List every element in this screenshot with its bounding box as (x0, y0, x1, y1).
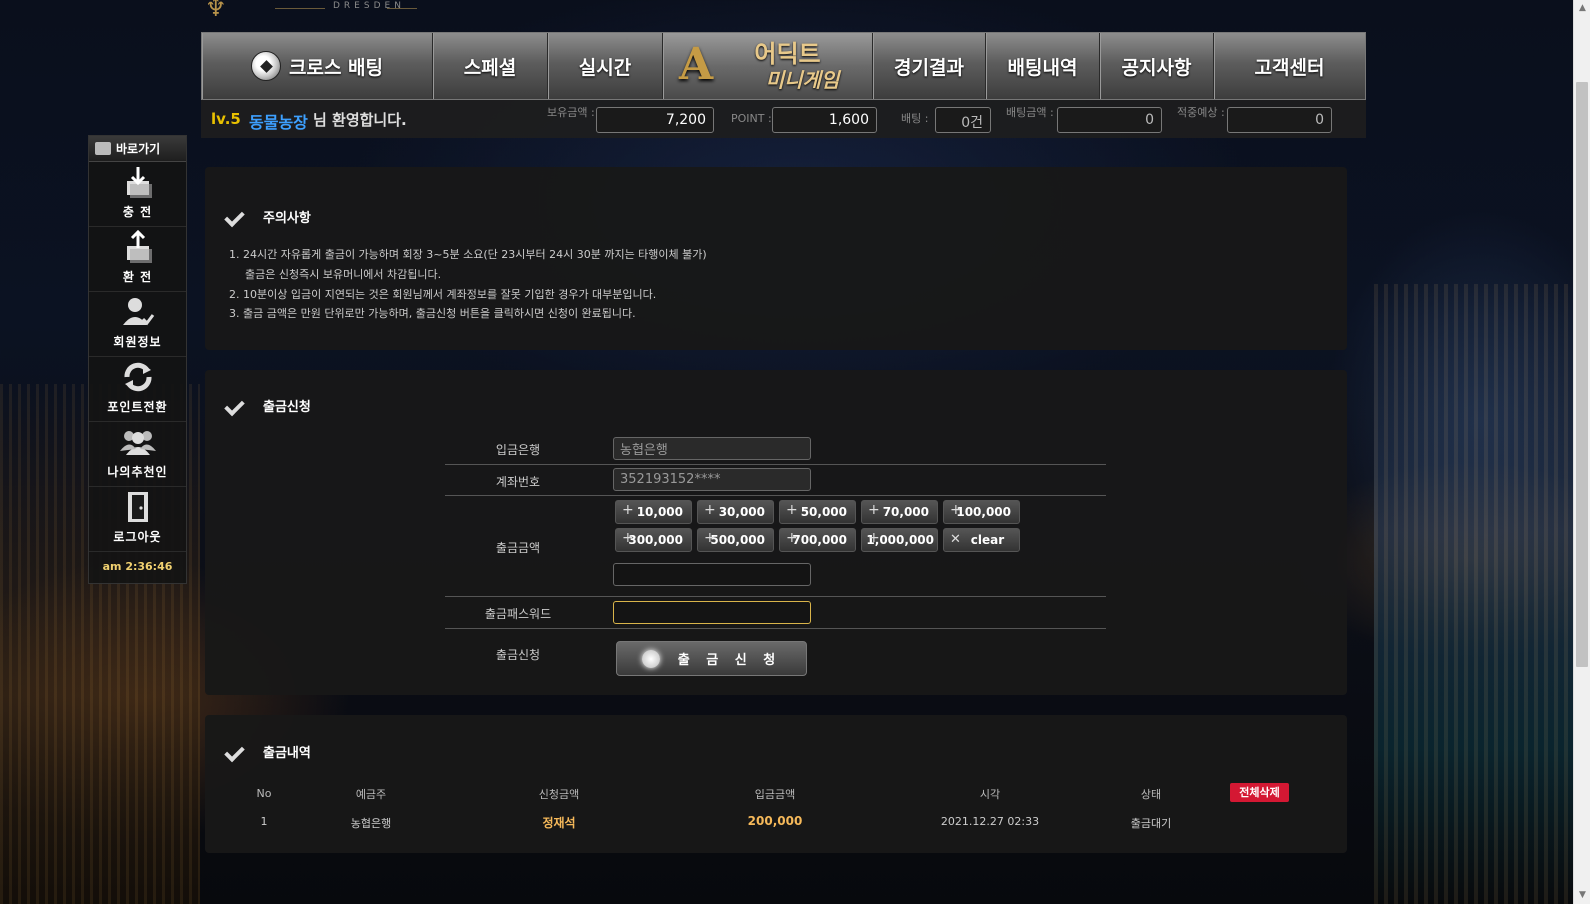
page-scrollbar[interactable]: ▲ ▼ (1573, 0, 1590, 904)
expected-value: 0 (1227, 107, 1332, 133)
nav-special[interactable]: 스페셜 (433, 33, 548, 99)
bank-label: 입금은행 (495, 443, 541, 457)
door-icon (120, 490, 156, 524)
welcome-text: 님 환영합니다. (313, 111, 407, 129)
point-value: 1,600 (772, 107, 877, 133)
nav-live[interactable]: 실시간 (548, 33, 663, 99)
background-city-right (1374, 284, 1574, 904)
folder-icon (95, 142, 111, 155)
row-deposit: 200,000 (747, 814, 803, 828)
lightbulb-icon (641, 649, 660, 668)
amount-70000-button[interactable]: 70,000 (861, 500, 938, 524)
users-group-icon (119, 425, 156, 459)
withdraw-icon (120, 230, 156, 264)
balance-label: 보유금액 : (547, 106, 595, 119)
amount-clear-button[interactable]: clear (943, 528, 1020, 552)
logo-text: DRESDEN (333, 1, 405, 11)
bet-count-value: 0건 (935, 107, 991, 133)
sidebar-item-logout[interactable]: 로그아웃 (89, 487, 186, 552)
nav-results[interactable]: 경기결과 (873, 33, 986, 99)
nav-customer-center[interactable]: 고객센터 (1214, 33, 1365, 99)
column-header-time: 시각 (979, 788, 1001, 801)
column-header-deposit: 입금금액 (754, 788, 796, 801)
bet-amount-value: 0 (1057, 107, 1162, 133)
notice-line-2: 출금은 신청즉시 보유머니에서 차감됩니다. (245, 268, 442, 281)
sidebar-item-point-convert[interactable]: 포인트전환 (89, 357, 186, 422)
deposit-icon (120, 165, 156, 199)
row-request: 정재석 (542, 816, 576, 830)
amount-30000-button[interactable]: 30,000 (697, 500, 774, 524)
amount-10000-button[interactable]: 10,000 (615, 500, 692, 524)
check-icon (227, 210, 247, 224)
withdraw-panel: 출금신청 입금은행 계좌번호 출금금액 10,000 30,000 50,000… (205, 370, 1347, 695)
quick-menu-header: 바로가기 (89, 136, 186, 162)
row-holder: 농협은행 (350, 817, 392, 830)
row-time: 2021.12.27 02:33 (940, 815, 1040, 828)
amount-label: 출금금액 (495, 541, 541, 555)
password-label: 출금패스워드 (484, 607, 552, 621)
sidebar-item-referrals[interactable]: 나의추천인 (89, 422, 186, 487)
bet-count-label: 배팅 : (901, 112, 929, 125)
user-info-bar: lv.5 동물농장 님 환영합니다. 쪽지 보유금액 : 7,200 POINT… (201, 100, 1366, 138)
nav-notices[interactable]: 공지사항 (1100, 33, 1214, 99)
balance-value: 7,200 (596, 107, 714, 133)
user-level: lv.5 (211, 110, 241, 128)
history-title: 출금내역 (227, 742, 311, 761)
soccer-ball-icon (250, 51, 281, 81)
amount-100000-button[interactable]: 100,000 (943, 500, 1020, 524)
nav-cross-betting[interactable]: 크로스 배팅 (202, 33, 433, 99)
column-header-holder: 예금주 (355, 788, 387, 801)
account-field[interactable] (613, 468, 811, 491)
notice-title: 주의사항 (227, 207, 311, 226)
column-header-status: 상태 (1140, 788, 1162, 801)
addict-logo-icon: A (679, 39, 714, 90)
scroll-down-icon[interactable]: ▼ (1574, 887, 1590, 904)
logo-mark-icon: ♆ (205, 0, 227, 22)
amount-500000-button[interactable]: 500,000 (697, 528, 774, 552)
sidebar-item-deposit[interactable]: 충 전 (89, 162, 186, 227)
amount-50000-button[interactable]: 50,000 (779, 500, 856, 524)
site-logo[interactable]: ♆ DRESDEN (205, 0, 417, 22)
expected-label: 적중예상 : (1177, 106, 1225, 119)
check-icon (227, 399, 247, 413)
amount-300000-button[interactable]: 300,000 (615, 528, 692, 552)
withdraw-submit-button[interactable]: 출 금 신 청 (616, 641, 807, 676)
user-nickname[interactable]: 동물농장 (249, 109, 308, 133)
nav-bet-history[interactable]: 배팅내역 (986, 33, 1100, 99)
history-panel: 출금내역 No 예금주 신청금액 입금금액 시각 상태 전체삭제 1 농협은행 … (205, 715, 1347, 853)
row-no: 1 (260, 815, 268, 828)
withdraw-password-input[interactable] (613, 601, 811, 624)
sidebar-item-withdraw[interactable]: 환 전 (89, 227, 186, 292)
column-header-no: No (256, 787, 272, 800)
submit-label: 출금신청 (495, 648, 541, 662)
withdraw-title: 출금신청 (227, 396, 311, 415)
check-icon (227, 745, 247, 759)
scrollbar-thumb[interactable] (1576, 82, 1588, 667)
amount-700000-button[interactable]: 700,000 (779, 528, 856, 552)
bank-field[interactable] (613, 437, 811, 460)
sidebar-item-member-info[interactable]: 회원정보 (89, 292, 186, 357)
notice-line-3: 2. 10분이상 입금이 지연되는 것은 회원님께서 계좌정보를 잘못 기입한 … (229, 288, 657, 301)
scroll-up-icon[interactable]: ▲ (1574, 0, 1590, 17)
row-status: 출금대기 (1130, 817, 1172, 830)
user-check-icon (120, 295, 156, 329)
clock-time: am 2:36:46 (102, 560, 173, 573)
column-header-request: 신청금액 (538, 788, 580, 801)
amount-input[interactable] (613, 563, 811, 586)
point-label: POINT : (731, 112, 772, 125)
notice-line-4: 3. 출금 금액은 만원 단위로만 가능하며, 출금신청 버튼을 클릭하시면 신… (229, 307, 636, 320)
quick-menu-sidebar: 바로가기 충 전 환 전 회원정보 포인트전환 나의추천인 로그아웃 am 2:… (88, 135, 187, 584)
notice-line-1: 1. 24시간 자유롭게 출금이 가능하며 회장 3~5분 소요(단 23시부터… (229, 248, 707, 261)
account-label: 계좌번호 (495, 475, 541, 489)
main-nav: 크로스 배팅 스페셜 실시간 A 어딕트 미니게임 경기결과 배팅내역 공지사항… (201, 32, 1366, 100)
refresh-icon (120, 360, 156, 394)
amount-1000000-button[interactable]: 1,000,000 (861, 528, 938, 552)
bet-amount-label: 배팅금액 : (1006, 106, 1054, 119)
delete-all-button[interactable]: 전체삭제 (1230, 783, 1289, 802)
nav-minigame[interactable]: A 어딕트 미니게임 (663, 33, 873, 99)
notice-panel: 주의사항 1. 24시간 자유롭게 출금이 가능하며 회장 3~5분 소요(단 … (205, 167, 1347, 350)
